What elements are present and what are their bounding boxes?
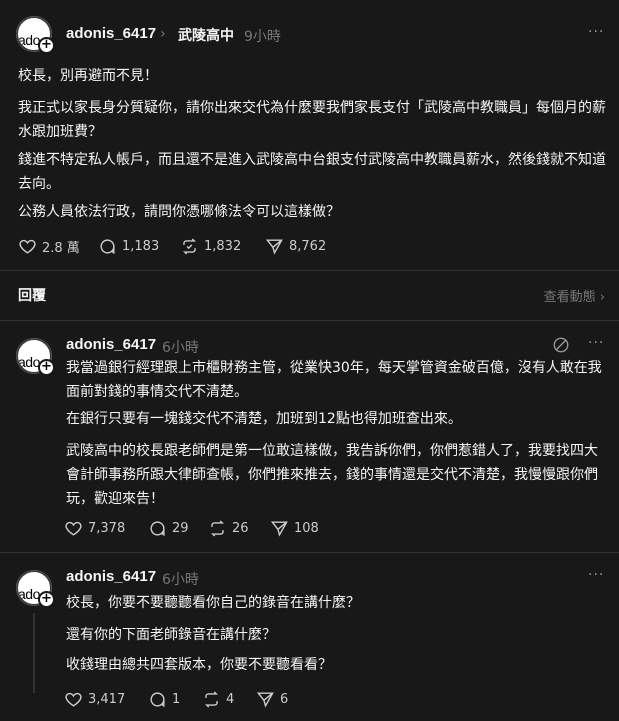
- post-paragraph: 校長，你要不要聽聽看你自己的錄音在講什麼？: [66, 595, 360, 611]
- heart-icon: [65, 521, 82, 536]
- replies-label: 回覆: [18, 288, 46, 304]
- post-paragraph: 在銀行只要有一塊錢交代不清楚，加班到12點也得加班查出來。: [66, 411, 462, 427]
- more-icon[interactable]: ···: [588, 335, 604, 351]
- action-bar: 3,417 1 4 6: [64, 688, 464, 710]
- share-button[interactable]: 108: [270, 517, 319, 539]
- username[interactable]: adonis_6417: [66, 568, 156, 585]
- comment-icon: [150, 691, 165, 707]
- share-icon: [265, 238, 283, 255]
- post-paragraph: 我正式以家長身分質疑你，請你出來交代為什麼要我們家長支付「武陵高中教職員」每個月…: [18, 100, 606, 140]
- thread-line: [33, 613, 35, 693]
- post-paragraph: 武陵高中的校長跟老師們是第一位敢這樣做，我告訴你們，你們惹錯人了，我要找四大會計…: [66, 443, 598, 507]
- post-time: 9小時: [244, 29, 281, 45]
- reply-post: ado + adonis_6417 6小時 ··· 校長，你要不要聽聽看你自己的…: [0, 553, 619, 721]
- username[interactable]: adonis_6417: [66, 25, 156, 42]
- comment-icon: [150, 520, 165, 536]
- post-time: 6小時: [162, 340, 199, 356]
- comment-button[interactable]: 1: [148, 688, 180, 710]
- post-time: 6小時: [162, 572, 199, 588]
- view-activity-link[interactable]: 查看動態 ›: [544, 286, 605, 305]
- post-paragraph: 公務人員依法行政，請問你憑哪條法令可以這樣做？: [18, 204, 340, 220]
- follow-plus-icon[interactable]: +: [38, 359, 55, 376]
- post-paragraph: 收錢理由總共四套版本，你要不要聽看看？: [66, 657, 332, 673]
- more-icon[interactable]: ···: [588, 24, 604, 40]
- like-button[interactable]: 7,378: [64, 517, 125, 539]
- heart-icon: [19, 239, 36, 254]
- share-count: 8,762: [289, 238, 327, 254]
- share-icon: [256, 691, 274, 708]
- like-count: 2.8 萬: [42, 240, 80, 256]
- like-count: 3,417: [88, 691, 126, 707]
- follow-plus-icon[interactable]: +: [38, 37, 55, 54]
- divider: [0, 270, 619, 271]
- username[interactable]: adonis_6417: [66, 336, 156, 353]
- action-bar: 7,378 29 26 108: [64, 517, 464, 539]
- main-post: ado + adonis_6417 › 武陵高中 9小時 ··· 校長，別再避而…: [0, 0, 619, 270]
- post-paragraph: 我當過銀行經理跟上市櫃財務主管，從業快30年，每天掌管資金破百億，沒有人敢在我面…: [66, 360, 602, 400]
- post-paragraph: 校長，別再避而不見！: [18, 68, 158, 84]
- comment-button[interactable]: 29: [148, 517, 189, 539]
- heart-icon: [65, 692, 82, 707]
- repost-icon: [183, 237, 196, 255]
- share-icon: [270, 520, 288, 537]
- comment-button[interactable]: 1,183: [98, 235, 159, 257]
- post-paragraph: 還有你的下面老師錄音在講什麼？: [66, 627, 276, 643]
- repost-button[interactable]: 26: [208, 517, 249, 539]
- comment-count: 29: [172, 520, 189, 536]
- repost-count: 4: [226, 691, 235, 707]
- repost-count: 26: [232, 520, 249, 536]
- repost-button[interactable]: 4: [202, 688, 234, 710]
- share-button[interactable]: 8,762: [265, 235, 326, 257]
- share-button[interactable]: 6: [256, 688, 288, 710]
- share-count: 6: [280, 691, 289, 707]
- chevron-right-icon: ›: [160, 26, 166, 42]
- comment-icon: [100, 238, 115, 254]
- reply-post: ado + adonis_6417 6小時 ··· 我當過銀行經理跟上市櫃財務主…: [0, 321, 619, 551]
- community-name[interactable]: 武陵高中: [178, 25, 234, 45]
- like-button[interactable]: 3,417: [64, 688, 125, 710]
- translate-icon[interactable]: [552, 336, 570, 354]
- repost-icon: [205, 690, 218, 708]
- share-count: 108: [294, 520, 319, 536]
- action-bar: 2.8 萬 1,183 1,832 8,762: [18, 235, 418, 257]
- comment-count: 1: [172, 691, 181, 707]
- repost-button[interactable]: 1,832: [180, 235, 241, 257]
- more-icon[interactable]: ···: [588, 567, 604, 583]
- post-paragraph: 錢進不特定私人帳戶，而且還不是進入武陵高中台銀支付武陵高中教職員薪水，然後錢就不…: [18, 152, 606, 192]
- comment-count: 1,183: [122, 238, 160, 254]
- like-count: 7,378: [88, 520, 126, 536]
- like-button[interactable]: 2.8 萬: [18, 235, 80, 257]
- follow-plus-icon[interactable]: +: [38, 591, 55, 608]
- repost-icon: [211, 519, 224, 537]
- repost-count: 1,832: [204, 238, 242, 254]
